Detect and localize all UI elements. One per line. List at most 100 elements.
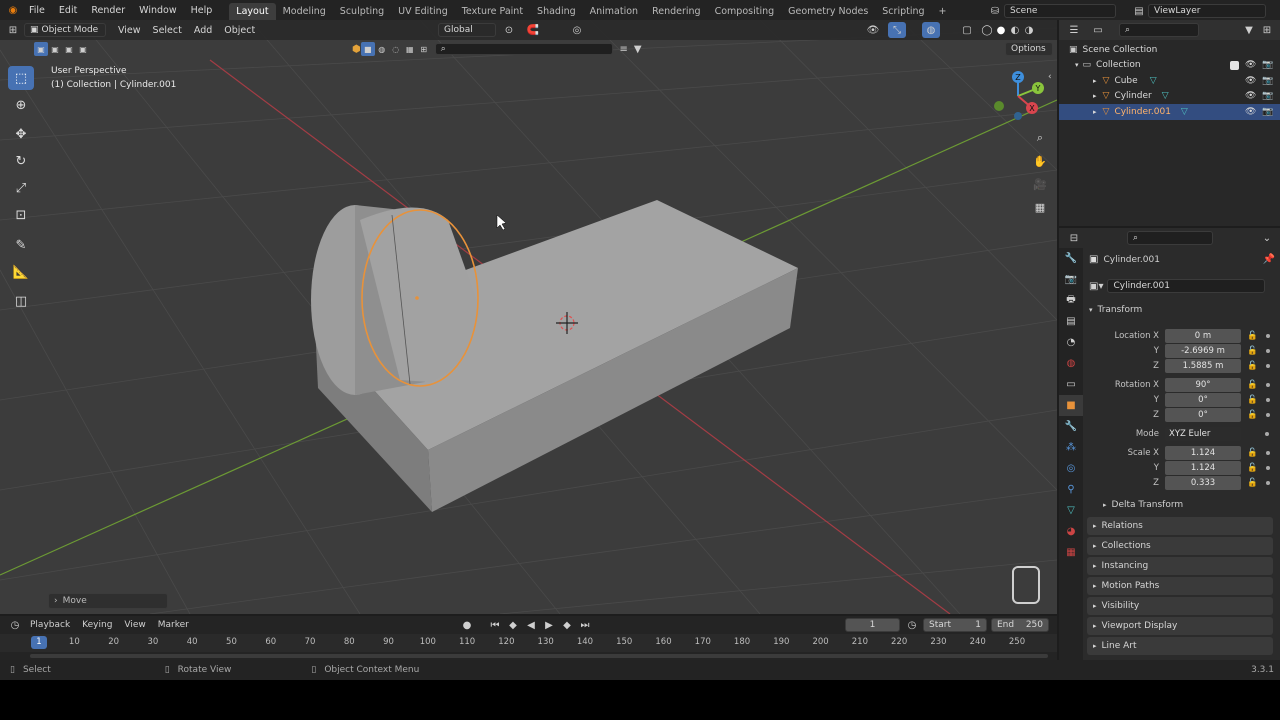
chevron-right-icon[interactable]: ▸ — [1093, 92, 1097, 100]
sort-icon[interactable]: ≡ — [617, 42, 631, 56]
scene-icon[interactable]: ⛁ — [986, 3, 1004, 19]
record-icon[interactable]: ● — [458, 617, 476, 633]
select-invert-icon[interactable]: ▣ — [76, 42, 90, 56]
menu-render[interactable]: Render — [84, 5, 132, 16]
rotation-z-field[interactable]: 0° — [1165, 407, 1241, 422]
keyframe-dot[interactable] — [1265, 382, 1270, 387]
timeline-menu-playback[interactable]: Playback — [24, 620, 76, 630]
eye-icon[interactable]: 👁 — [1245, 60, 1256, 70]
tab-scripting[interactable]: Scripting — [875, 3, 931, 20]
viewport-menu-add[interactable]: Add — [188, 25, 218, 36]
tab-rendering[interactable]: Rendering — [645, 3, 708, 20]
add-cube-tool[interactable]: ◫ — [8, 289, 34, 313]
prev-keyframe-icon[interactable]: ◆ — [504, 617, 522, 633]
view-cube-icon[interactable] — [1012, 566, 1040, 604]
scale-y-field[interactable]: 1.124 — [1165, 460, 1241, 475]
keyframe-dot[interactable] — [1265, 465, 1270, 470]
lock-icon[interactable]: 🔓 — [1247, 380, 1258, 390]
render-tab-icon[interactable]: 📷 — [1059, 269, 1083, 290]
camera-icon[interactable]: 📷 — [1262, 91, 1273, 101]
measure-tool[interactable]: 📐 — [8, 260, 34, 284]
chevron-right-icon[interactable]: ▸ — [1093, 77, 1097, 85]
scene-field[interactable]: Scene — [1004, 4, 1116, 18]
current-frame-field[interactable]: 1 — [845, 618, 900, 632]
view-layer-tab-icon[interactable]: ▤ — [1059, 311, 1083, 332]
filter-object-icon[interactable]: ■ — [360, 42, 375, 56]
new-collection-icon[interactable]: ⊞ — [1258, 22, 1276, 38]
transform-panel-header[interactable]: ▾ Transform — [1089, 305, 1275, 315]
location-x-field[interactable]: 0 m — [1165, 328, 1241, 343]
menu-file[interactable]: File — [22, 5, 52, 16]
delta-transform-header[interactable]: ▸ Delta Transform — [1103, 500, 1183, 510]
keyframe-dot[interactable] — [1265, 480, 1270, 485]
outliner-row-scene-collection[interactable]: ▣ Scene Collection — [1059, 42, 1280, 58]
scale-x-field[interactable]: 1.124 — [1165, 445, 1241, 460]
navigation-gizmo[interactable]: Z Y X — [990, 68, 1046, 124]
data-tab-icon[interactable]: ▽ — [1059, 500, 1083, 521]
filter-camera-icon[interactable]: ▦ — [403, 42, 417, 56]
eye-icon[interactable]: 👁 — [1245, 91, 1256, 101]
filter-mesh-icon[interactable]: ◍ — [375, 42, 389, 56]
shading-rendered-icon[interactable]: ◑ — [1020, 22, 1038, 38]
lock-icon[interactable]: 🔓 — [1247, 331, 1258, 341]
viewlayer-field[interactable]: ViewLayer — [1148, 4, 1266, 18]
lock-icon[interactable]: 🔓 — [1247, 448, 1258, 458]
filter-light-icon[interactable]: ◌ — [389, 42, 403, 56]
viewport-menu-object[interactable]: Object — [218, 25, 261, 36]
tab-shading[interactable]: Shading — [530, 3, 583, 20]
display-mode-icon[interactable]: ▭ — [1089, 22, 1107, 38]
panel-collections[interactable]: ▸ Collections — [1087, 537, 1273, 555]
lock-icon[interactable]: 🔓 — [1247, 410, 1258, 420]
location-y-field[interactable]: -2.6969 m — [1165, 343, 1241, 358]
next-keyframe-icon[interactable]: ◆ — [558, 617, 576, 633]
lock-icon[interactable]: 🔓 — [1247, 395, 1258, 405]
jump-start-icon[interactable]: ⏮ — [486, 617, 504, 633]
cursor-tool[interactable]: ⊕ — [8, 93, 34, 117]
mode-selector[interactable]: ▣ Object Mode — [24, 23, 106, 37]
keyframe-dot[interactable] — [1265, 397, 1270, 402]
keyframe-dot[interactable] — [1265, 363, 1270, 368]
world-tab-icon[interactable]: ◍ — [1059, 353, 1083, 374]
tab-uv-editing[interactable]: UV Editing — [391, 3, 455, 20]
lock-icon[interactable]: 🔓 — [1247, 346, 1258, 356]
tool-tab-icon[interactable]: 🔧 — [1059, 248, 1083, 269]
outliner-filter-icon[interactable]: ▼ — [1240, 22, 1258, 38]
tab-modeling[interactable]: Modeling — [276, 3, 333, 20]
outliner-search-input[interactable]: ⌕ — [1119, 23, 1199, 37]
rotation-x-field[interactable]: 90° — [1165, 377, 1241, 392]
pin-icon[interactable]: 📌 — [1263, 254, 1275, 265]
scale-tool[interactable]: ⤢ — [8, 176, 34, 200]
viewport-scene[interactable] — [0, 20, 1057, 614]
outliner-editor-icon[interactable]: ☰ — [1065, 22, 1083, 38]
chevron-down-icon[interactable]: ⌄ — [1258, 230, 1276, 246]
proportional-edit-icon[interactable]: ◎ — [568, 22, 586, 38]
rotation-y-field[interactable]: 0° — [1165, 392, 1241, 407]
chevron-right-icon[interactable]: ▸ — [1093, 108, 1097, 116]
snap-icon[interactable]: 🧲 — [524, 22, 542, 38]
options-button[interactable]: Options — [1005, 42, 1053, 56]
tab-layout[interactable]: Layout — [229, 3, 276, 20]
panel-relations[interactable]: ▸ Relations — [1087, 517, 1273, 535]
camera-icon[interactable]: 📷 — [1262, 76, 1273, 86]
last-operator-panel[interactable]: › Move — [48, 593, 168, 609]
annotate-tool[interactable]: ✎ — [8, 233, 34, 257]
outliner-row-cylinder-001[interactable]: ▸ ▽ Cylinder.001 ▽ 👁 📷 — [1059, 104, 1280, 120]
modifier-tab-icon[interactable]: 🔧 — [1059, 416, 1083, 437]
timeline-menu-marker[interactable]: Marker — [152, 620, 195, 630]
location-z-field[interactable]: 1.5885 m — [1165, 358, 1241, 373]
object-type-icon[interactable]: ▣▾ — [1089, 281, 1103, 292]
overlays-icon[interactable]: ◍ — [922, 22, 940, 38]
exclude-checkbox[interactable] — [1230, 60, 1239, 70]
properties-search-input[interactable]: ⌕ — [1127, 231, 1213, 245]
end-frame-field[interactable]: End 250 — [991, 618, 1049, 632]
pivot-point-icon[interactable]: ⊙ — [500, 22, 518, 38]
viewlayer-icon[interactable]: ▤ — [1130, 3, 1148, 19]
timeline-menu-keying[interactable]: Keying — [76, 620, 118, 630]
start-frame-field[interactable]: Start 1 — [923, 618, 987, 632]
tab-texture-paint[interactable]: Texture Paint — [455, 3, 530, 20]
menu-help[interactable]: Help — [184, 5, 220, 16]
outliner-row-cube[interactable]: ▸ ▽ Cube ▽ 👁 📷 — [1059, 73, 1280, 89]
physics-tab-icon[interactable]: ◎ — [1059, 458, 1083, 479]
orientation-dropdown[interactable]: Global — [438, 23, 496, 37]
panel-instancing[interactable]: ▸ Instancing — [1087, 557, 1273, 575]
